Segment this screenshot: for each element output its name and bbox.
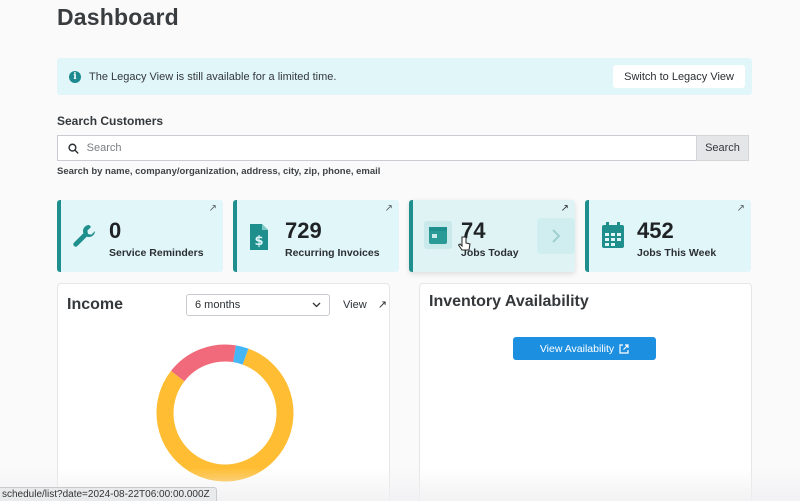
banner-text: The Legacy View is still available for a…	[89, 70, 337, 83]
view-availability-label: View Availability	[539, 342, 615, 355]
stat-value: 729	[285, 218, 322, 243]
status-bar-url: schedule/list?date=2024-08-22T06:00:00.0…	[0, 487, 217, 501]
stat-card-jobs-this-week[interactable]: ↗ 452 Jobs This Week	[585, 200, 751, 272]
stat-card-recurring-invoices[interactable]: ↗ $ 729 Recurring Invoices	[233, 200, 399, 272]
invoice-icon: $	[250, 224, 268, 250]
income-donut-chart	[156, 344, 294, 482]
svg-text:$: $	[254, 234, 263, 249]
view-availability-button[interactable]: View Availability	[513, 337, 656, 360]
info-icon: i	[69, 70, 81, 83]
arrow-up-right-icon: ↗	[384, 203, 393, 214]
page-title: Dashboard	[57, 4, 179, 30]
stat-card-jobs-today[interactable]: ↗ 74 Jobs Today	[409, 200, 575, 272]
income-period-value: 6 months	[195, 299, 241, 311]
search-label: Search Customers	[57, 114, 164, 128]
search-row: Search	[57, 135, 749, 161]
next-card-button[interactable]	[537, 218, 575, 254]
calendar-week-icon	[602, 222, 624, 248]
income-view-label: View	[343, 299, 367, 311]
search-box[interactable]	[57, 135, 696, 161]
arrow-up-right-icon: ↗	[208, 203, 217, 214]
calendar-day-icon	[424, 221, 452, 249]
search-input[interactable]	[86, 142, 696, 154]
stat-value: 452	[637, 218, 674, 243]
inventory-panel: Inventory Availability View Availability	[419, 283, 752, 501]
switch-legacy-button[interactable]: Switch to Legacy View	[613, 65, 745, 88]
external-link-icon	[619, 343, 629, 354]
chevron-down-icon	[312, 302, 321, 308]
arrow-up-right-icon: ↗	[560, 203, 569, 214]
wrench-icon	[73, 224, 96, 247]
donut-slice-2[interactable]	[233, 345, 249, 365]
income-period-select[interactable]: 6 months	[186, 294, 330, 316]
arrow-up-right-icon: ↗	[736, 203, 745, 214]
pointer-cursor-icon	[458, 236, 471, 251]
income-title: Income	[67, 296, 124, 313]
dashboard-page: Dashboard i The Legacy View is still ava…	[0, 0, 800, 501]
donut-slice-1[interactable]	[171, 344, 236, 382]
stat-card-service-reminders[interactable]: ↗ 0 Service Reminders	[57, 200, 223, 272]
stat-label: Service Reminders	[109, 247, 204, 259]
stat-value: 0	[109, 218, 122, 243]
search-button[interactable]: Search	[696, 135, 749, 161]
income-view-link[interactable]: View ↗	[343, 298, 387, 311]
chevron-right-icon	[552, 229, 561, 243]
search-hint: Search by name, company/organization, ad…	[57, 166, 381, 177]
arrow-up-right-icon: ↗	[377, 299, 387, 311]
stat-label: Jobs This Week	[637, 247, 717, 259]
stat-label: Recurring Invoices	[285, 247, 380, 259]
inventory-title: Inventory Availability	[429, 293, 589, 310]
legacy-banner: i The Legacy View is still available for…	[57, 58, 752, 95]
search-icon	[68, 143, 79, 154]
income-panel: Income 6 months View ↗	[57, 283, 390, 501]
